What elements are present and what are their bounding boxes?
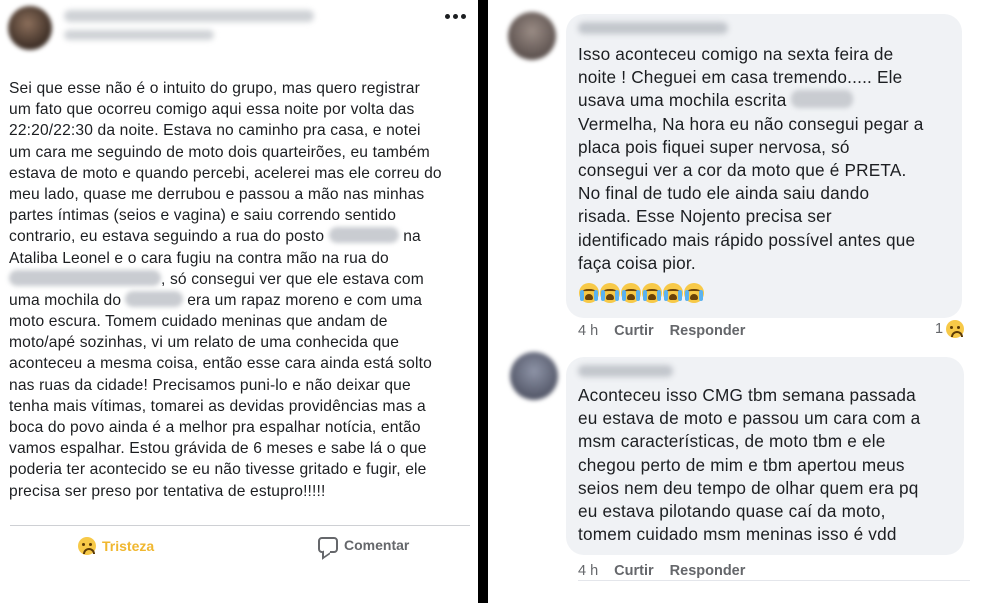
reaction-count-value: 1 (935, 321, 944, 337)
comment-bubble: Aconteceu isso CMG tbm semana passada eu… (566, 357, 964, 555)
comment-bubble: Isso aconteceu comigo na sexta feira de … (566, 14, 962, 318)
comments-divider (578, 580, 970, 581)
reply-comment-button[interactable]: Responder (670, 563, 746, 579)
commenter-name-redacted[interactable] (578, 22, 728, 34)
comment-line: No final de tudo ele ainda saiu dando (578, 183, 870, 204)
post-actions-divider (10, 525, 470, 526)
redacted-text (125, 290, 184, 307)
crying-emoji-row (579, 283, 704, 303)
loudly-crying-face-icon (579, 283, 599, 303)
post-line: poderia ter acontecido se eu não tivesse… (9, 461, 427, 479)
comment-line: noite ! Cheguei em casa tremendo..... El… (578, 67, 903, 88)
comment-timestamp[interactable]: 4 h (578, 563, 598, 579)
comment-line: faça coisa pior. (578, 252, 696, 273)
post-line: nas ruas da cidade! Precisamos puni-lo e… (9, 376, 411, 394)
post-line: , só consegui ver que ele estava com (9, 269, 471, 290)
comment-body: Aconteceu isso CMG tbm semana passada eu… (578, 384, 920, 546)
post-line: aconteceu a mesma coisa, então esse cara… (9, 355, 432, 373)
comment-line: seios nem deu tempo de olhar quem era pq (578, 477, 919, 498)
post-line: Ataliba Leonel e o cara fugiu na contra … (9, 249, 389, 267)
comment-line: tomem cuidado msm meninas isso é vdd (578, 524, 897, 545)
redacted-text (9, 269, 161, 286)
sad-reaction-button[interactable]: Tristeza (78, 537, 154, 555)
loudly-crying-face-icon (663, 283, 683, 303)
comment-line: Isso aconteceu comigo na sexta feira de (578, 44, 894, 64)
comment-body: Isso aconteceu comigo na sexta feira de … (578, 43, 924, 275)
post-line: boca do povo ainda é a melhor pra espalh… (9, 419, 421, 436)
comment-timestamp[interactable]: 4 h (578, 323, 598, 339)
post-line: partes íntimas (seios e vagina) e saiu c… (9, 207, 397, 225)
author-name-redacted[interactable] (64, 10, 314, 22)
comment-line: Aconteceu isso CMG tbm semana passada (578, 385, 916, 405)
redacted-text (328, 227, 399, 244)
reply-comment-button[interactable]: Responder (670, 323, 746, 339)
comment-line: placa pois fiquei super nervosa, só (578, 136, 850, 157)
post-line: moto escura. Tomem cuidado meninas que a… (9, 313, 388, 331)
comment-line: risada. Esse Nojento precisa ser (578, 206, 832, 227)
more-options-icon[interactable] (445, 14, 466, 19)
comments-panel: Isso aconteceu comigo na sexta feira de … (488, 0, 984, 603)
commenter-avatar[interactable] (508, 12, 556, 60)
post-line: moto/apé sozinhas, vi um relato de uma c… (9, 334, 400, 352)
post-meta-redacted (64, 30, 214, 40)
comment-line: msm características, de moto tbm e ele (578, 431, 886, 452)
comment-line: usava uma mochila escrita (578, 89, 924, 112)
comment-line: identificado mais rápido possível antes … (578, 229, 916, 250)
post-panel: Sei que esse não é o intuito do grupo, m… (0, 0, 478, 603)
post-line: contrario, eu estava seguindo a rua do p… (9, 227, 421, 246)
post-line: precisa ser preso por tentativa de estup… (9, 482, 326, 500)
post-body: Sei que esse não é o intuito do grupo, m… (9, 78, 471, 502)
post-line: vamos espalhar. Estou grávida de 6 meses… (9, 440, 427, 458)
comment-meta: 4 h Curtir Responder (578, 563, 745, 579)
comment-reaction-count[interactable]: 1 (935, 320, 965, 338)
comment-line: Vermelha, Na hora eu não consegui pegar … (578, 113, 924, 134)
post-line: 22:20/22:30 da noite. Estava no caminho … (9, 122, 421, 140)
loudly-crying-face-icon (684, 283, 704, 303)
comment-line: eu estava de moto e passou um cara com a (578, 408, 921, 429)
loudly-crying-face-icon (621, 283, 641, 303)
post-line: estava de moto e quando percebi, acelere… (9, 164, 442, 182)
comment-button[interactable]: Comentar (318, 537, 409, 553)
post-line: meu lado, quase me derrubou e passou a m… (9, 185, 425, 203)
post-line: um fato que ocorreu comigo aqui essa noi… (9, 101, 415, 119)
sad-face-icon (946, 320, 965, 338)
loudly-crying-face-icon (600, 283, 620, 303)
like-comment-button[interactable]: Curtir (614, 563, 653, 579)
post-line: tenha mais vítimas, tomarei as devidas p… (9, 397, 426, 415)
commenter-avatar[interactable] (510, 352, 558, 400)
comment-line: eu estava pilotando quase caí da moto, (578, 500, 886, 521)
sad-face-icon (78, 537, 96, 555)
like-comment-button[interactable]: Curtir (614, 323, 653, 339)
comment-line: chegou perto de mim e tbm apertou meus (578, 454, 905, 475)
post-line: um cara me seguindo de moto dois quartei… (9, 143, 430, 161)
comment-line: consegui ver a cor da moto que é PRETA. (578, 159, 907, 180)
comment-meta: 4 h Curtir Responder (578, 323, 745, 339)
post-line: Sei que esse não é o intuito do grupo, m… (9, 80, 420, 97)
loudly-crying-face-icon (642, 283, 662, 303)
comment-label: Comentar (344, 537, 410, 553)
post-line: uma mochila do era um rapaz moreno e com … (9, 290, 423, 309)
redacted-text (791, 90, 854, 109)
reaction-label: Tristeza (102, 538, 155, 554)
commenter-name-redacted[interactable] (578, 365, 673, 377)
author-avatar[interactable] (8, 6, 52, 50)
comment-icon (318, 537, 338, 553)
